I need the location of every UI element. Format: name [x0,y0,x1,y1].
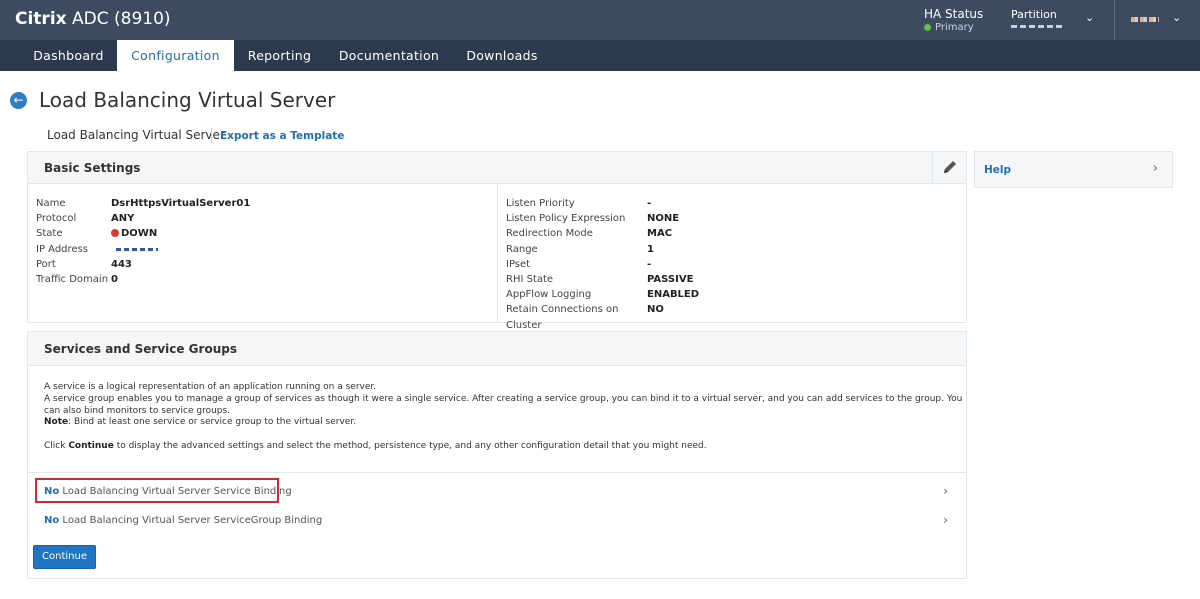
ha-status-label: HA Status [924,7,984,21]
protocol-value: ANY [111,213,135,225]
main-nav: Dashboard Configuration Reporting Docume… [0,40,1200,71]
page-title: Load Balancing Virtual Server [39,88,336,112]
traffic-domain-value: 0 [111,273,118,285]
protocol-label: Protocol [36,213,77,225]
chevron-right-icon: › [943,484,948,498]
column-divider [497,184,498,323]
ipset-label: IPset [506,258,531,270]
help-panel[interactable]: Help › [974,151,1173,188]
basic-settings-right: Listen Priority - Listen Policy Expressio… [506,196,700,331]
chevron-right-icon: › [943,513,948,527]
servicegroup-binding-row[interactable]: No Load Balancing Virtual Server Service… [28,506,966,535]
range-value: 1 [647,243,654,255]
redirection-mode-label: Redirection Mode [506,228,593,240]
note-line: Note: Bind at least one service or servi… [44,417,964,429]
services-header: Services and Service Groups [28,332,966,366]
breadcrumb: Load Balancing Virtual Server [47,128,225,142]
user-menu-redacted[interactable] [1131,17,1159,22]
hint-text: to display the advanced settings and sel… [113,440,707,451]
basic-settings-header: Basic Settings [28,152,966,184]
note-label: Note [44,417,69,428]
continue-button[interactable]: Continue [33,545,96,569]
binding-text: Load Balancing Virtual Server ServiceGro… [59,515,323,526]
appflow-logging-value: ENABLED [647,289,700,301]
appflow-logging-label: AppFlow Logging [506,289,592,301]
rhi-state-label: RHI State [506,273,554,285]
down-status-icon [111,229,119,238]
retain-connections-value: NO [647,304,664,316]
services-description: A service is a logical representation of… [44,382,964,453]
services-panel: Services and Service Groups A service is… [27,331,967,579]
partition-selector[interactable]: Partition [1011,8,1063,28]
pencil-edit-icon[interactable] [942,159,958,175]
listen-priority-label: Listen Priority [506,198,575,209]
basic-settings-panel: Basic Settings Name DsrHttpsVirtualServer… [27,151,967,331]
brand-model: ADC (8910) [66,9,171,29]
port-value: 443 [111,258,132,270]
panel-title: Services and Service Groups [44,342,237,356]
redirection-mode-value: MAC [647,228,673,240]
ipset-value: - [647,258,652,270]
highlight-annotation [35,478,279,503]
ip-address-redacted [116,247,158,251]
status-dot-icon [924,24,931,31]
description-line: A service group enables you to manage a … [44,393,963,416]
tab-downloads[interactable]: Downloads [453,40,551,71]
partition-chevron-down-icon[interactable]: ⌄ [1085,11,1094,24]
export-template-link[interactable]: Export as a Template [220,130,344,142]
listen-policy-label: Listen Policy Expression [506,213,626,225]
state-label: State [36,228,63,240]
product-title: Citrix ADC (8910) [15,9,171,29]
divider [932,152,933,183]
note-text: : Bind at least one service or service g… [68,417,357,428]
servicegroup-binding-label: No Load Balancing Virtual Server Service… [44,515,322,526]
divider [28,472,966,473]
retain-connections-label: Retain Connections on Cluster [506,304,619,331]
name-value: DsrHttpsVirtualServer01 [111,198,251,209]
state-value: DOWN [111,226,157,241]
help-label: Help [984,164,1012,176]
name-label: Name [36,198,66,209]
listen-policy-value: NONE [647,213,680,225]
basic-settings-left: Name DsrHttpsVirtualServer01 Protocol ANY … [36,196,250,287]
partition-label: Partition [1011,8,1057,21]
user-chevron-down-icon[interactable]: ⌄ [1172,11,1181,24]
ha-status-value: Primary [935,22,974,33]
tab-documentation[interactable]: Documentation [327,40,451,71]
brand-name: Citrix [15,9,67,29]
state-text: DOWN [121,228,158,240]
chevron-right-icon: › [1152,161,1158,176]
divider [1114,0,1115,40]
tab-reporting[interactable]: Reporting [234,40,325,71]
partition-value-redacted [1011,25,1063,28]
binding-count: No [44,515,60,526]
range-label: Range [506,243,538,255]
panel-title: Basic Settings [44,161,141,175]
continue-hint: Click Continue to display the advanced s… [44,441,964,453]
back-arrow-icon[interactable]: ← [10,92,27,109]
traffic-domain-label: Traffic Domain [36,273,109,285]
rhi-state-value: PASSIVE [647,273,694,285]
hint-bold: Continue [68,440,114,451]
tab-configuration[interactable]: Configuration [117,40,234,71]
ip-address-label: IP Address [36,243,88,255]
tab-dashboard[interactable]: Dashboard [20,40,117,71]
description-line: A service is a logical representation of… [44,382,377,392]
hint-text: Click [44,440,69,451]
ha-status[interactable]: HA Status Primary [924,8,983,34]
breadcrumb-divider [211,128,212,143]
listen-priority-value: - [647,198,652,209]
top-bar: Citrix ADC (8910) HA Status Primary Part… [0,0,1200,40]
port-label: Port [36,258,56,270]
